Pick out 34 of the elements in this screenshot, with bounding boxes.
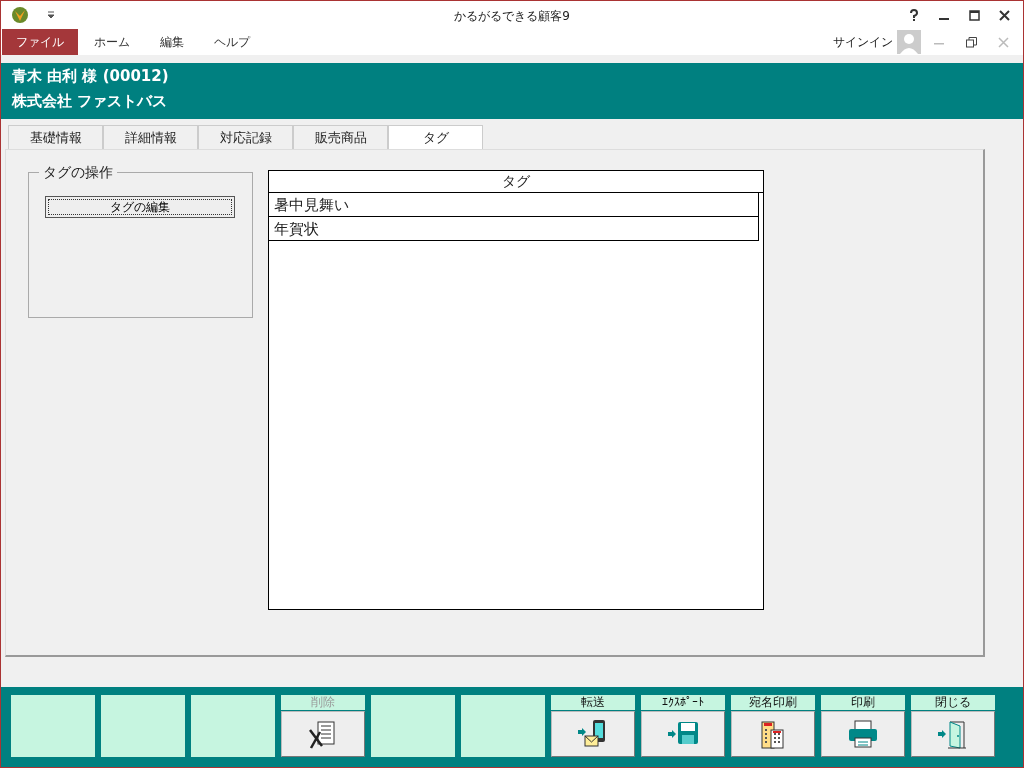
dropdown-icon[interactable] — [47, 11, 55, 19]
button-label: ｴｸｽﾎﾟｰﾄ — [641, 695, 725, 710]
button-label: 閉じる — [911, 695, 995, 710]
window-title: かるがるできる顧客9 — [454, 9, 570, 23]
customer-name: 青木 由利 様 (00012) — [12, 67, 170, 86]
column-header: タグ — [269, 171, 763, 193]
button-label: 宛名印刷 — [731, 695, 815, 710]
company-name: 株式会社 ファストバス — [12, 92, 169, 111]
button-label: 印刷 — [821, 695, 905, 710]
tab[interactable]: 販売商品 — [293, 125, 388, 149]
close-icon[interactable] — [998, 9, 1010, 21]
toolbar-button[interactable] — [551, 711, 635, 757]
sign-in-link[interactable]: サインイン — [833, 33, 893, 51]
app-logo-icon[interactable] — [11, 6, 29, 24]
menu-tab[interactable]: ファイル — [2, 29, 78, 55]
help-icon[interactable] — [909, 9, 919, 21]
printer-icon — [846, 718, 880, 750]
group-title: タグの操作 — [39, 164, 117, 182]
table-cell[interactable]: 暑中見舞い — [269, 193, 759, 217]
tab[interactable]: 詳細情報 — [103, 125, 198, 149]
tab[interactable]: 基礎情報 — [8, 125, 103, 149]
toolbar-button[interactable] — [281, 711, 365, 757]
tab[interactable]: 対応記録 — [198, 125, 293, 149]
menu-tab[interactable]: ホーム — [80, 29, 144, 55]
menu-tab[interactable]: 編集 — [146, 29, 198, 55]
maximize-icon[interactable] — [968, 9, 980, 21]
restore-icon[interactable] — [965, 36, 977, 48]
button-label: 削除 — [281, 695, 365, 710]
button-label: 転送 — [551, 695, 635, 710]
table-cell[interactable]: 年賀状 — [269, 217, 759, 241]
tab[interactable]: タグ — [388, 125, 483, 149]
menu-tab[interactable]: ヘルプ — [200, 29, 264, 55]
toolbar-button[interactable] — [731, 711, 815, 757]
edit-tags-button[interactable]: タグの編集 — [45, 196, 235, 218]
